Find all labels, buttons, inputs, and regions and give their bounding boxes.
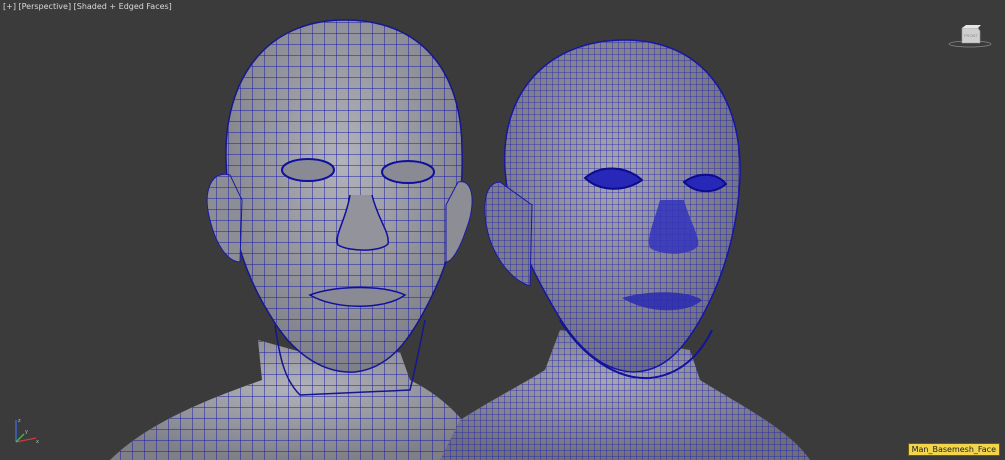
viewcube-icon[interactable]: FRONT <box>948 22 992 48</box>
selected-object-label: Man_Basemesh_Face <box>907 443 1000 456</box>
perspective-viewport[interactable]: [+] [Perspective] [Shaded + Edged Faces]… <box>0 0 1005 460</box>
lowpoly-eye-left <box>281 158 335 182</box>
axis-tripod-icon: z x y <box>15 418 39 445</box>
sculpt-highpoly[interactable] <box>440 39 810 460</box>
viewcube-face-label: FRONT <box>964 33 978 38</box>
viewport-label: [+] [Perspective] [Shaded + Edged Faces] <box>3 2 172 11</box>
viewport-view-button[interactable]: [Perspective] <box>19 2 72 11</box>
axis-z-label: z <box>18 418 21 424</box>
scene-canvas[interactable] <box>0 0 1005 460</box>
basemesh-lowpoly[interactable] <box>110 19 485 460</box>
viewport-menu-button[interactable]: [+] <box>3 2 16 11</box>
axis-x-label: x <box>36 439 39 445</box>
axis-y-label: y <box>25 429 28 435</box>
viewport-shading-button[interactable]: [Shaded + Edged Faces] <box>74 2 172 11</box>
lowpoly-eye-right <box>381 160 435 184</box>
